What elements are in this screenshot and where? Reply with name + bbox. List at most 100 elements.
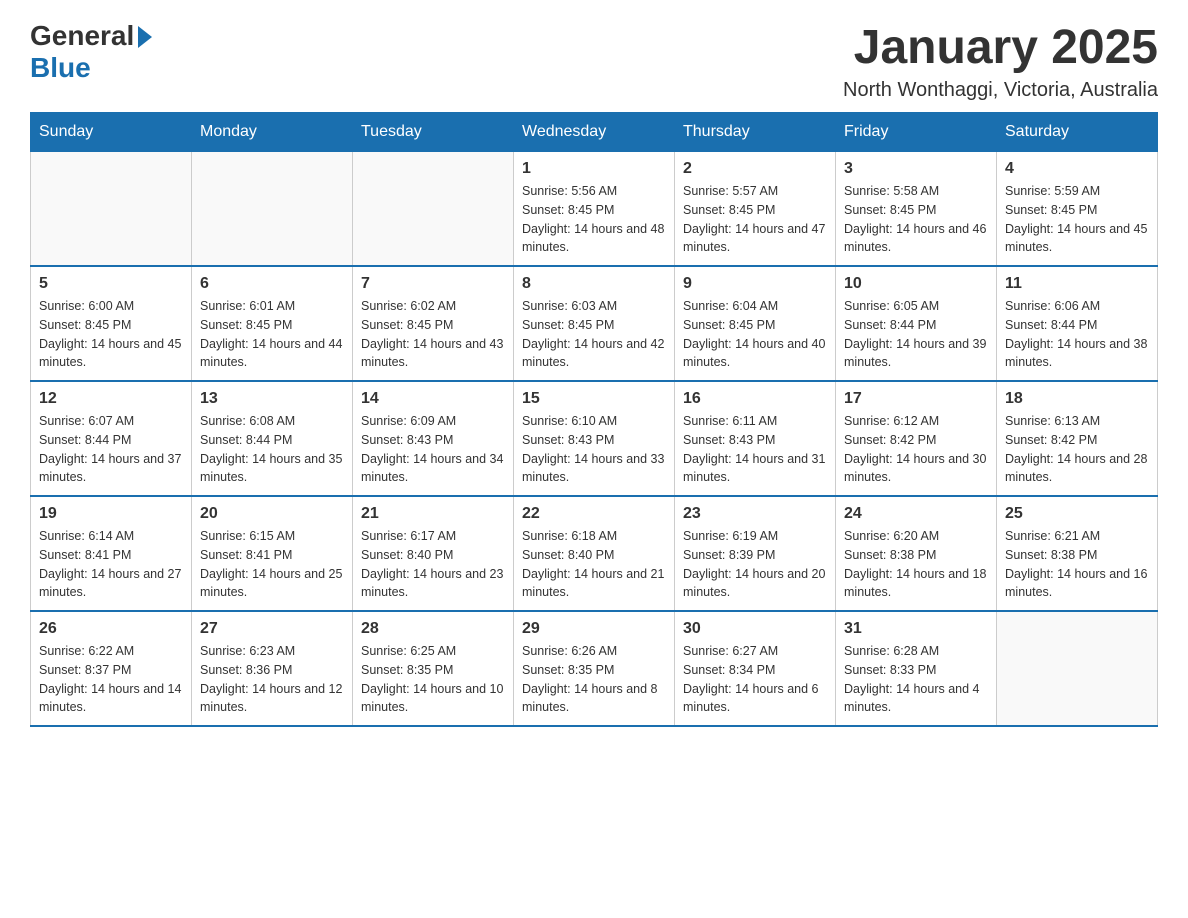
- calendar-cell: 31Sunrise: 6:28 AM Sunset: 8:33 PM Dayli…: [836, 611, 997, 726]
- day-number: 5: [39, 275, 183, 293]
- day-number: 27: [200, 620, 344, 638]
- calendar-cell: 6 Sunrise: 6:01 AM Sunset: 8:45 PM Daylig…: [192, 266, 353, 381]
- day-number: 16: [683, 390, 827, 408]
- calendar-cell: 18 Sunrise: 6:13 AM Sunset: 8:42 PM Dayli…: [997, 381, 1158, 496]
- calendar-cell: 13 Sunrise: 6:08 AM Sunset: 8:44 PM Dayli…: [192, 381, 353, 496]
- day-info: Sunrise: 6:26 AM Sunset: 8:35 PM Dayligh…: [522, 642, 666, 717]
- day-info: Sunrise: 6:21 AM Sunset: 8:38 PM Dayligh…: [1005, 527, 1149, 602]
- calendar-cell: 29 Sunrise: 6:26 AM Sunset: 8:35 PM Dayli…: [514, 611, 675, 726]
- header-cell-monday: Monday: [192, 113, 353, 152]
- logo-general-text: General: [30, 20, 134, 52]
- day-info: Sunrise: 6:02 AM Sunset: 8:45 PM Dayligh…: [361, 297, 505, 372]
- day-info: Sunrise: 6:19 AM Sunset: 8:39 PM Dayligh…: [683, 527, 827, 602]
- day-number: 1: [522, 160, 666, 178]
- week-row-2: 5 Sunrise: 6:00 AM Sunset: 8:45 PM Daylig…: [31, 266, 1158, 381]
- day-number: 25: [1005, 505, 1149, 523]
- week-row-3: 12 Sunrise: 6:07 AM Sunset: 8:44 PM Dayli…: [31, 381, 1158, 496]
- calendar-cell: 24Sunrise: 6:20 AM Sunset: 8:38 PM Dayli…: [836, 496, 997, 611]
- day-number: 26: [39, 620, 183, 638]
- calendar-cell: 4 Sunrise: 5:59 AM Sunset: 8:45 PM Daylig…: [997, 152, 1158, 267]
- calendar-cell: [353, 152, 514, 267]
- page-header: General Blue January 2025 North Wonthagg…: [30, 20, 1158, 102]
- calendar-body: 1Sunrise: 5:56 AM Sunset: 8:45 PM Daylig…: [31, 152, 1158, 727]
- day-info: Sunrise: 6:25 AM Sunset: 8:35 PM Dayligh…: [361, 642, 505, 717]
- day-number: 11: [1005, 275, 1149, 293]
- day-number: 13: [200, 390, 344, 408]
- day-number: 21: [361, 505, 505, 523]
- calendar-cell: 8 Sunrise: 6:03 AM Sunset: 8:45 PM Daylig…: [514, 266, 675, 381]
- calendar-cell: 28 Sunrise: 6:25 AM Sunset: 8:35 PM Dayli…: [353, 611, 514, 726]
- day-number: 2: [683, 160, 827, 178]
- day-number: 12: [39, 390, 183, 408]
- header-cell-thursday: Thursday: [675, 113, 836, 152]
- calendar-cell: 2Sunrise: 5:57 AM Sunset: 8:45 PM Daylig…: [675, 152, 836, 267]
- day-info: Sunrise: 6:27 AM Sunset: 8:34 PM Dayligh…: [683, 642, 827, 717]
- day-number: 23: [683, 505, 827, 523]
- day-info: Sunrise: 6:06 AM Sunset: 8:44 PM Dayligh…: [1005, 297, 1149, 372]
- calendar-cell: 16 Sunrise: 6:11 AM Sunset: 8:43 PM Dayli…: [675, 381, 836, 496]
- calendar-cell: 25 Sunrise: 6:21 AM Sunset: 8:38 PM Dayli…: [997, 496, 1158, 611]
- calendar-cell: 1Sunrise: 5:56 AM Sunset: 8:45 PM Daylig…: [514, 152, 675, 267]
- day-info: Sunrise: 6:09 AM Sunset: 8:43 PM Dayligh…: [361, 412, 505, 487]
- day-info: Sunrise: 6:17 AM Sunset: 8:40 PM Dayligh…: [361, 527, 505, 602]
- day-number: 17: [844, 390, 988, 408]
- day-number: 7: [361, 275, 505, 293]
- calendar-cell: 27 Sunrise: 6:23 AM Sunset: 8:36 PM Dayli…: [192, 611, 353, 726]
- day-number: 29: [522, 620, 666, 638]
- header-cell-saturday: Saturday: [997, 113, 1158, 152]
- day-info: Sunrise: 6:20 AM Sunset: 8:38 PM Dayligh…: [844, 527, 988, 602]
- day-info: Sunrise: 6:08 AM Sunset: 8:44 PM Dayligh…: [200, 412, 344, 487]
- logo-blue-text: Blue: [30, 52, 91, 84]
- day-number: 10: [844, 275, 988, 293]
- header-row: SundayMondayTuesdayWednesdayThursdayFrid…: [31, 113, 1158, 152]
- day-info: Sunrise: 6:13 AM Sunset: 8:42 PM Dayligh…: [1005, 412, 1149, 487]
- logo-triangle-icon: [138, 26, 152, 48]
- day-info: Sunrise: 5:58 AM Sunset: 8:45 PM Dayligh…: [844, 182, 988, 257]
- day-number: 19: [39, 505, 183, 523]
- calendar-cell: 3Sunrise: 5:58 AM Sunset: 8:45 PM Daylig…: [836, 152, 997, 267]
- week-row-5: 26 Sunrise: 6:22 AM Sunset: 8:37 PM Dayli…: [31, 611, 1158, 726]
- calendar-cell: 7 Sunrise: 6:02 AM Sunset: 8:45 PM Daylig…: [353, 266, 514, 381]
- title-block: January 2025 North Wonthaggi, Victoria, …: [843, 20, 1158, 102]
- week-row-4: 19 Sunrise: 6:14 AM Sunset: 8:41 PM Dayli…: [31, 496, 1158, 611]
- calendar-cell: 10 Sunrise: 6:05 AM Sunset: 8:44 PM Dayli…: [836, 266, 997, 381]
- month-title: January 2025: [843, 20, 1158, 75]
- calendar-cell: 14 Sunrise: 6:09 AM Sunset: 8:43 PM Dayli…: [353, 381, 514, 496]
- calendar-cell: 5 Sunrise: 6:00 AM Sunset: 8:45 PM Daylig…: [31, 266, 192, 381]
- day-number: 14: [361, 390, 505, 408]
- header-cell-tuesday: Tuesday: [353, 113, 514, 152]
- calendar-cell: [31, 152, 192, 267]
- calendar-cell: 19 Sunrise: 6:14 AM Sunset: 8:41 PM Dayli…: [31, 496, 192, 611]
- day-number: 20: [200, 505, 344, 523]
- day-number: 4: [1005, 160, 1149, 178]
- day-info: Sunrise: 6:01 AM Sunset: 8:45 PM Dayligh…: [200, 297, 344, 372]
- calendar-cell: 23 Sunrise: 6:19 AM Sunset: 8:39 PM Dayli…: [675, 496, 836, 611]
- day-number: 8: [522, 275, 666, 293]
- day-info: Sunrise: 5:59 AM Sunset: 8:45 PM Dayligh…: [1005, 182, 1149, 257]
- day-info: Sunrise: 6:07 AM Sunset: 8:44 PM Dayligh…: [39, 412, 183, 487]
- day-number: 9: [683, 275, 827, 293]
- calendar-cell: 26 Sunrise: 6:22 AM Sunset: 8:37 PM Dayli…: [31, 611, 192, 726]
- day-number: 18: [1005, 390, 1149, 408]
- header-cell-friday: Friday: [836, 113, 997, 152]
- calendar-cell: 12 Sunrise: 6:07 AM Sunset: 8:44 PM Dayli…: [31, 381, 192, 496]
- day-info: Sunrise: 6:18 AM Sunset: 8:40 PM Dayligh…: [522, 527, 666, 602]
- day-info: Sunrise: 6:03 AM Sunset: 8:45 PM Dayligh…: [522, 297, 666, 372]
- day-info: Sunrise: 6:14 AM Sunset: 8:41 PM Dayligh…: [39, 527, 183, 602]
- calendar-cell: 15Sunrise: 6:10 AM Sunset: 8:43 PM Dayli…: [514, 381, 675, 496]
- day-info: Sunrise: 6:22 AM Sunset: 8:37 PM Dayligh…: [39, 642, 183, 717]
- calendar-cell: [997, 611, 1158, 726]
- calendar-cell: 21 Sunrise: 6:17 AM Sunset: 8:40 PM Dayli…: [353, 496, 514, 611]
- day-number: 28: [361, 620, 505, 638]
- day-number: 22: [522, 505, 666, 523]
- location-title: North Wonthaggi, Victoria, Australia: [843, 79, 1158, 102]
- day-info: Sunrise: 6:00 AM Sunset: 8:45 PM Dayligh…: [39, 297, 183, 372]
- day-info: Sunrise: 6:10 AM Sunset: 8:43 PM Dayligh…: [522, 412, 666, 487]
- day-info: Sunrise: 6:11 AM Sunset: 8:43 PM Dayligh…: [683, 412, 827, 487]
- day-info: Sunrise: 6:04 AM Sunset: 8:45 PM Dayligh…: [683, 297, 827, 372]
- day-info: Sunrise: 6:05 AM Sunset: 8:44 PM Dayligh…: [844, 297, 988, 372]
- day-info: Sunrise: 6:28 AM Sunset: 8:33 PM Dayligh…: [844, 642, 988, 717]
- day-number: 6: [200, 275, 344, 293]
- header-cell-sunday: Sunday: [31, 113, 192, 152]
- day-info: Sunrise: 6:23 AM Sunset: 8:36 PM Dayligh…: [200, 642, 344, 717]
